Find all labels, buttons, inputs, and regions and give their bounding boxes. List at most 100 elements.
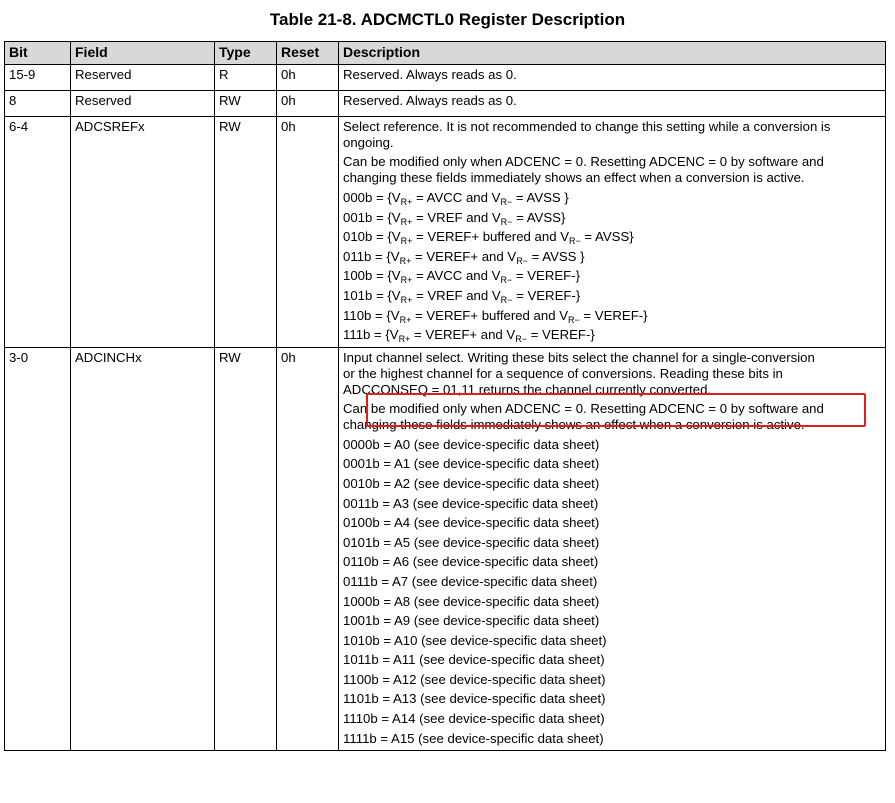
reference-option: 001b = {VR+ = VREF and VR− = AVSS} — [343, 208, 881, 228]
cell-description: Reserved. Always reads as 0. — [338, 90, 886, 117]
option-text: = VEREF-} — [579, 307, 648, 323]
cell-bit: 8 — [4, 90, 71, 117]
channel-option: 0110b = A6 (see device-specific data she… — [343, 554, 599, 570]
option-text: = VEREF+ and V — [410, 327, 516, 343]
option-text: 111b = {V — [343, 327, 399, 343]
desc-paragraph: Can be modified only when ADCENC = 0. Re… — [343, 400, 824, 432]
subscript: R− — [516, 255, 528, 266]
channel-option: 0101b = A5 (see device-specific data she… — [343, 534, 600, 550]
option-text: 101b = {V — [343, 287, 401, 303]
header-row: Bit Field Type Reset Description — [4, 41, 886, 65]
channel-options-list: 0000b = A0 (see device-specific data she… — [343, 435, 881, 749]
channel-option: 0100b = A4 (see device-specific data she… — [343, 515, 600, 531]
reference-option: 010b = {VR+ = VEREF+ buffered and VR− = … — [343, 227, 881, 247]
subscript: R+ — [400, 236, 413, 247]
subscript: R+ — [399, 314, 412, 325]
option-text: = VEREF+ buffered and V — [412, 229, 569, 245]
subscript: R+ — [400, 216, 413, 227]
reference-option: 111b = {VR+ = VEREF+ and VR− = VEREF-} — [343, 325, 881, 345]
reference-option: 000b = {VR+ = AVCC and VR− = AVSS } — [343, 188, 881, 208]
reference-option: 011b = {VR+ = VEREF+ and VR− = AVSS } — [343, 247, 881, 267]
option-text: 011b = {V — [343, 248, 400, 264]
desc-line-highlighted: or the highest channel for a sequence of… — [343, 365, 783, 381]
reference-option: 100b = {VR+ = AVCC and VR− = VEREF-} — [343, 266, 881, 286]
reference-option: 101b = {VR+ = VREF and VR− = VEREF-} — [343, 286, 881, 306]
cell-bit: 6-4 — [4, 116, 71, 348]
option-text: = AVCC and V — [412, 190, 501, 205]
option-text: = VEREF-} — [526, 327, 595, 343]
subscript: R− — [500, 275, 513, 286]
option-text: = VEREF-} — [512, 268, 580, 284]
option-text: = AVCC and V — [412, 268, 501, 284]
cell-type: R — [214, 64, 277, 91]
channel-option: 1101b = A13 (see device-specific data sh… — [343, 691, 606, 707]
cell-reset: 0h — [276, 64, 339, 91]
subscript: R+ — [400, 197, 413, 207]
table-title: Table 21-8. ADCMCTL0 Register Descriptio… — [269, 10, 626, 29]
table-row: 8 Reserved RW 0h Reserved. Always reads … — [4, 90, 886, 117]
channel-option: 0111b = A7 (see device-specific data she… — [343, 573, 598, 589]
option-text: 100b = {V — [343, 268, 401, 284]
cell-bit: 3-0 — [4, 346, 71, 752]
subscript: R+ — [399, 255, 412, 266]
option-text: = AVSS } — [527, 248, 585, 264]
channel-option: 0001b = A1 (see device-specific data she… — [343, 456, 600, 472]
option-text: 000b = {V — [343, 190, 401, 205]
table-row: 6-4 ADCSREFx RW 0h Select reference. It … — [4, 116, 886, 348]
header-bit: Bit — [4, 41, 71, 65]
subscript: R− — [500, 294, 513, 305]
option-text: 001b = {V — [343, 209, 401, 225]
channel-option: 1001b = A9 (see device-specific data she… — [343, 613, 600, 629]
option-text: = VEREF+ and V — [411, 248, 517, 264]
cell-field: ADCSREFx — [70, 116, 215, 348]
table-row: 15-9 Reserved R 0h Reserved. Always read… — [4, 64, 886, 91]
subscript: R+ — [398, 334, 411, 345]
desc-paragraph: Can be modified only when ADCENC = 0. Re… — [343, 154, 824, 185]
channel-option: 1010b = A10 (see device-specific data sh… — [343, 632, 607, 648]
subscript: R− — [515, 334, 527, 345]
channel-option: 1000b = A8 (see device-specific data she… — [343, 593, 600, 609]
cell-type: RW — [214, 90, 277, 117]
option-text: = VEREF+ buffered and V — [411, 307, 568, 323]
channel-option: 1100b = A12 (see device-specific data sh… — [343, 671, 606, 687]
channel-option: 0011b = A3 (see device-specific data she… — [343, 495, 599, 511]
option-text: = AVSS} — [580, 229, 634, 245]
header-description: Description — [338, 41, 886, 65]
cell-reset: 0h — [276, 116, 339, 348]
option-text: 010b = {V — [343, 229, 401, 245]
option-text: = AVSS} — [512, 209, 566, 225]
cell-reset: 0h — [276, 346, 339, 752]
subscript: R+ — [400, 275, 413, 286]
subscript: R+ — [400, 294, 413, 305]
cell-reset: 0h — [276, 90, 339, 117]
channel-option: 0010b = A2 (see device-specific data she… — [343, 475, 600, 491]
desc-line-highlighted: ADCCONSEQ = 01,11 returns the channel cu… — [343, 381, 712, 397]
option-text: = AVSS } — [512, 190, 569, 205]
header-reset: Reset — [276, 41, 339, 65]
register-table: Bit Field Type Reset Description 15-9 Re… — [4, 41, 886, 752]
cell-description: Select reference. It is not recommended … — [338, 116, 886, 348]
option-text: = VREF and V — [412, 209, 501, 225]
cell-type: RW — [214, 116, 277, 348]
cell-field: ADCINCHx — [70, 346, 215, 752]
header-type: Type — [214, 41, 277, 65]
subscript: R− — [568, 236, 581, 247]
reference-option: 110b = {VR+ = VEREF+ buffered and VR− = … — [343, 306, 881, 326]
cell-type: RW — [214, 346, 277, 752]
channel-option: 1011b = A11 (see device-specific data sh… — [343, 652, 605, 668]
option-text: = VREF and V — [412, 287, 501, 303]
cell-field: Reserved — [70, 90, 215, 117]
cell-field: Reserved — [70, 64, 215, 91]
table-row: 3-0 ADCINCHx RW 0h Input channel select.… — [4, 346, 886, 752]
channel-option: 0000b = A0 (see device-specific data she… — [343, 436, 600, 452]
header-field: Field — [70, 41, 215, 65]
option-text: = VEREF-} — [512, 287, 581, 303]
cell-description: Input channel select. Writing these bits… — [338, 346, 886, 752]
desc-paragraph: Select reference. It is not recommended … — [343, 119, 831, 150]
channel-option: 1110b = A14 (see device-specific data sh… — [343, 711, 605, 727]
subscript: R− — [500, 216, 513, 227]
channel-option: 1111b = A15 (see device-specific data sh… — [343, 730, 604, 746]
subscript: R− — [500, 197, 513, 207]
cell-bit: 15-9 — [4, 64, 71, 91]
cell-description: Reserved. Always reads as 0. — [338, 64, 886, 91]
